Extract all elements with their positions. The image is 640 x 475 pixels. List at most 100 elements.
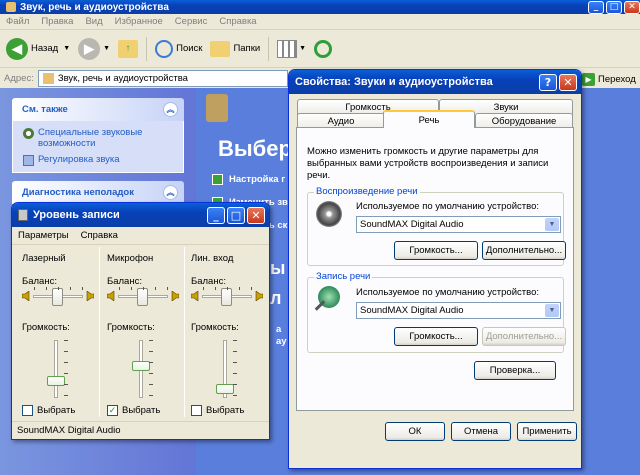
select-checkbox[interactable] [22,405,33,416]
back-button[interactable]: ◀ Назад ▼ [6,37,70,60]
chevron-down-icon[interactable]: ▼ [63,45,70,52]
volume-tick [64,373,68,374]
dialog-title: Свойства: Звуки и аудиоустройства [295,76,493,88]
views-button[interactable]: ▼ [277,39,306,58]
address-input[interactable]: Звук, речь и аудиоустройства [37,70,288,87]
select-label: Выбрать [122,405,161,416]
forward-button[interactable]: ▶ ▼ [78,37,110,60]
see-also-body: Специальные звуковые возможности Регулир… [12,121,184,173]
close-button[interactable]: ✕ [624,0,640,14]
balance-label: Баланс: [107,276,142,287]
volume-slider[interactable] [216,384,234,395]
volume-tick [233,384,237,385]
address-label: Адрес: [4,73,34,84]
help-button[interactable]: ? [539,73,557,91]
select-checkbox[interactable] [191,405,202,416]
go-button[interactable]: ▶ Переход [582,69,640,89]
recording-device-select[interactable]: SoundMAX Digital Audio ▼ [356,302,561,319]
channel-name: Лазерный [22,253,66,264]
balance-slider[interactable] [137,288,148,306]
volume-control-link[interactable]: Регулировка звука [23,154,175,166]
maximize-button[interactable]: □ [606,0,622,14]
search-label: Поиск [176,43,203,54]
chevron-down-icon[interactable]: ▼ [103,45,110,52]
see-also-header[interactable]: См. также ︽ [12,98,184,121]
playback-volume-button[interactable]: Громкость... [394,241,478,260]
see-also-title: См. также [22,104,68,115]
sound-folder-icon [42,73,54,84]
menu-options[interactable]: Параметры [12,230,75,241]
folders-button[interactable]: Папки [210,40,260,57]
troubleshoot-title: Диагностика неполадок [22,187,134,198]
menu-favorites[interactable]: Избранное [109,16,169,27]
category-link-partial[interactable]: ау [276,336,287,347]
volume-tick [149,373,153,374]
volume-tick [149,351,153,352]
task-item[interactable]: Настройка г [212,174,288,185]
category-heading-partial: ы [270,258,286,278]
search-button[interactable]: Поиск [155,39,203,58]
test-button[interactable]: Проверка... [474,361,556,380]
troubleshoot-header[interactable]: Диагностика неполадок ︽ [12,181,184,204]
volume-tick [64,362,68,363]
minimize-button[interactable]: _ [588,0,604,14]
ok-button[interactable]: ОК [385,422,445,441]
balance-tick [58,287,59,290]
balance-tick [131,287,132,290]
toolbar-separator [146,36,148,61]
chevron-down-icon[interactable]: ▼ [545,304,559,317]
select-label: Выбрать [206,405,245,416]
maximize-button[interactable]: □ [227,206,245,224]
close-button[interactable]: ✕ [559,73,577,91]
chevron-down-icon[interactable]: ▼ [545,218,559,231]
balance-tick [251,287,252,290]
volume-control-icon [18,209,28,221]
close-button[interactable]: ✕ [247,206,265,224]
cancel-button[interactable]: Отмена [451,422,511,441]
explorer-title: Звук, речь и аудиоустройства [20,1,169,13]
volume-control-icon [23,155,34,166]
menu-file[interactable]: Файл [0,16,35,27]
menu-help[interactable]: Справка [213,16,262,27]
collapse-icon[interactable]: ︽ [163,102,178,117]
select-checkbox[interactable]: ✓ [107,405,118,416]
accessibility-link[interactable]: Специальные звуковые возможности [23,127,175,149]
collapse-icon[interactable]: ︽ [163,185,178,200]
recording-title: Уровень записи [33,209,120,221]
recording-device-label: Используемое по умолчанию устройство: [356,287,539,298]
playback-advanced-button[interactable]: Дополнительно... [482,241,566,260]
balance-tick [167,287,168,290]
balance-slider[interactable] [221,288,232,306]
column-divider [99,247,100,417]
balance-tick [70,287,71,290]
sync-button[interactable] [314,39,333,58]
menu-edit[interactable]: Правка [35,16,79,27]
menu-help[interactable]: Справка [75,230,124,241]
volume-slider[interactable] [47,375,65,386]
menu-tools[interactable]: Сервис [169,16,214,27]
right-speaker-icon [255,290,264,302]
volume-slider[interactable] [132,361,150,372]
balance-tick [34,287,35,290]
apply-button[interactable]: Применить [517,422,577,441]
back-arrow-icon: ◀ [6,37,28,60]
balance-tick [227,287,228,290]
volume-tick [233,373,237,374]
menu-bar: Файл Правка Вид Избранное Сервис Справка [0,14,640,30]
speech-tab-body: Можно изменить громкость и другие параме… [296,127,574,411]
playback-group: Воспроизведение речи Используемое по умо… [307,186,566,266]
recording-group-title: Запись речи [314,271,373,282]
minimize-button[interactable]: _ [207,206,225,224]
channel-column: Лазерный Баланс: Громкость: Выбрать [18,247,100,417]
playback-device-select[interactable]: SoundMAX Digital Audio ▼ [356,216,561,233]
up-button[interactable]: ↑ [118,39,139,58]
balance-slider[interactable] [52,288,63,306]
chevron-down-icon[interactable]: ▼ [299,45,306,52]
category-link-partial[interactable]: а [276,324,281,335]
recording-volume-button[interactable]: Громкость... [394,327,478,346]
menu-view[interactable]: Вид [79,16,108,27]
volume-tick [233,362,237,363]
recording-level-window: Уровень записи _ □ ✕ Параметры Справка Л… [11,202,270,440]
refresh-icon [314,39,333,58]
tab-speech[interactable]: Речь [383,110,475,128]
